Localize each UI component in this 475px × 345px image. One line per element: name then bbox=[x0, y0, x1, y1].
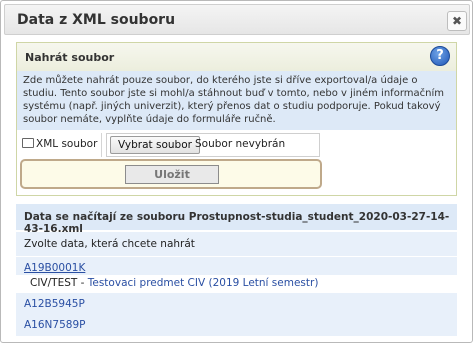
dialog-titlebar: Data z XML souboru ✖ bbox=[4, 4, 470, 35]
close-icon: ✖ bbox=[451, 14, 463, 28]
upload-info-text: Zde můžete nahrát pouze soubor, do které… bbox=[17, 71, 456, 130]
save-area: Uložit bbox=[20, 159, 322, 189]
item-detail-text: CIV/TEST - Testovaci predmet CIV (2019 L… bbox=[30, 277, 318, 289]
data-panel: Data se načítají ze souboru Prostupnost-… bbox=[16, 204, 457, 338]
xml-file-label-text: XML soubor bbox=[36, 138, 98, 150]
data-header: Data se načítají ze souboru Prostupnost-… bbox=[16, 204, 457, 235]
list-item[interactable]: A16N7589P bbox=[16, 314, 457, 336]
help-icon[interactable]: ? bbox=[430, 46, 450, 66]
upload-header: Nahrát soubor ? bbox=[17, 43, 456, 71]
choose-data-row: Zvolte data, která chcete nahrát bbox=[16, 232, 457, 256]
xml-file-label: XML soubor bbox=[22, 137, 97, 150]
close-button[interactable]: ✖ bbox=[447, 11, 467, 31]
file-status: Soubor nevybrán bbox=[195, 138, 286, 150]
item-link[interactable]: A19B0001K bbox=[24, 262, 85, 274]
save-button[interactable]: Uložit bbox=[125, 165, 219, 184]
comment-icon bbox=[22, 138, 34, 148]
course-code: CIV/TEST bbox=[30, 277, 78, 289]
list-item-detail: CIV/TEST - Testovaci predmet CIV (2019 L… bbox=[16, 275, 457, 293]
upload-title: Nahrát soubor bbox=[25, 51, 115, 64]
dialog-title: Data z XML souboru bbox=[17, 12, 176, 28]
item-link[interactable]: A16N7589P bbox=[24, 319, 85, 331]
list-item[interactable]: A12B5945P bbox=[16, 293, 457, 315]
divider bbox=[101, 133, 102, 157]
course-name: Testovaci predmet CIV (2019 Letní semest… bbox=[87, 277, 319, 289]
item-link[interactable]: A12B5945P bbox=[24, 298, 85, 310]
upload-panel: Nahrát soubor ? Zde můžete nahrát pouze … bbox=[16, 42, 457, 196]
course-separator: - bbox=[77, 277, 88, 289]
file-input[interactable]: Vybrat soubor Soubor nevybrán bbox=[106, 133, 320, 157]
choose-file-button[interactable]: Vybrat soubor bbox=[110, 136, 200, 154]
xml-data-dialog: Data z XML souboru ✖ Nahrát soubor ? Zde… bbox=[0, 0, 473, 343]
choose-data-text: Zvolte data, která chcete nahrát bbox=[24, 238, 195, 250]
